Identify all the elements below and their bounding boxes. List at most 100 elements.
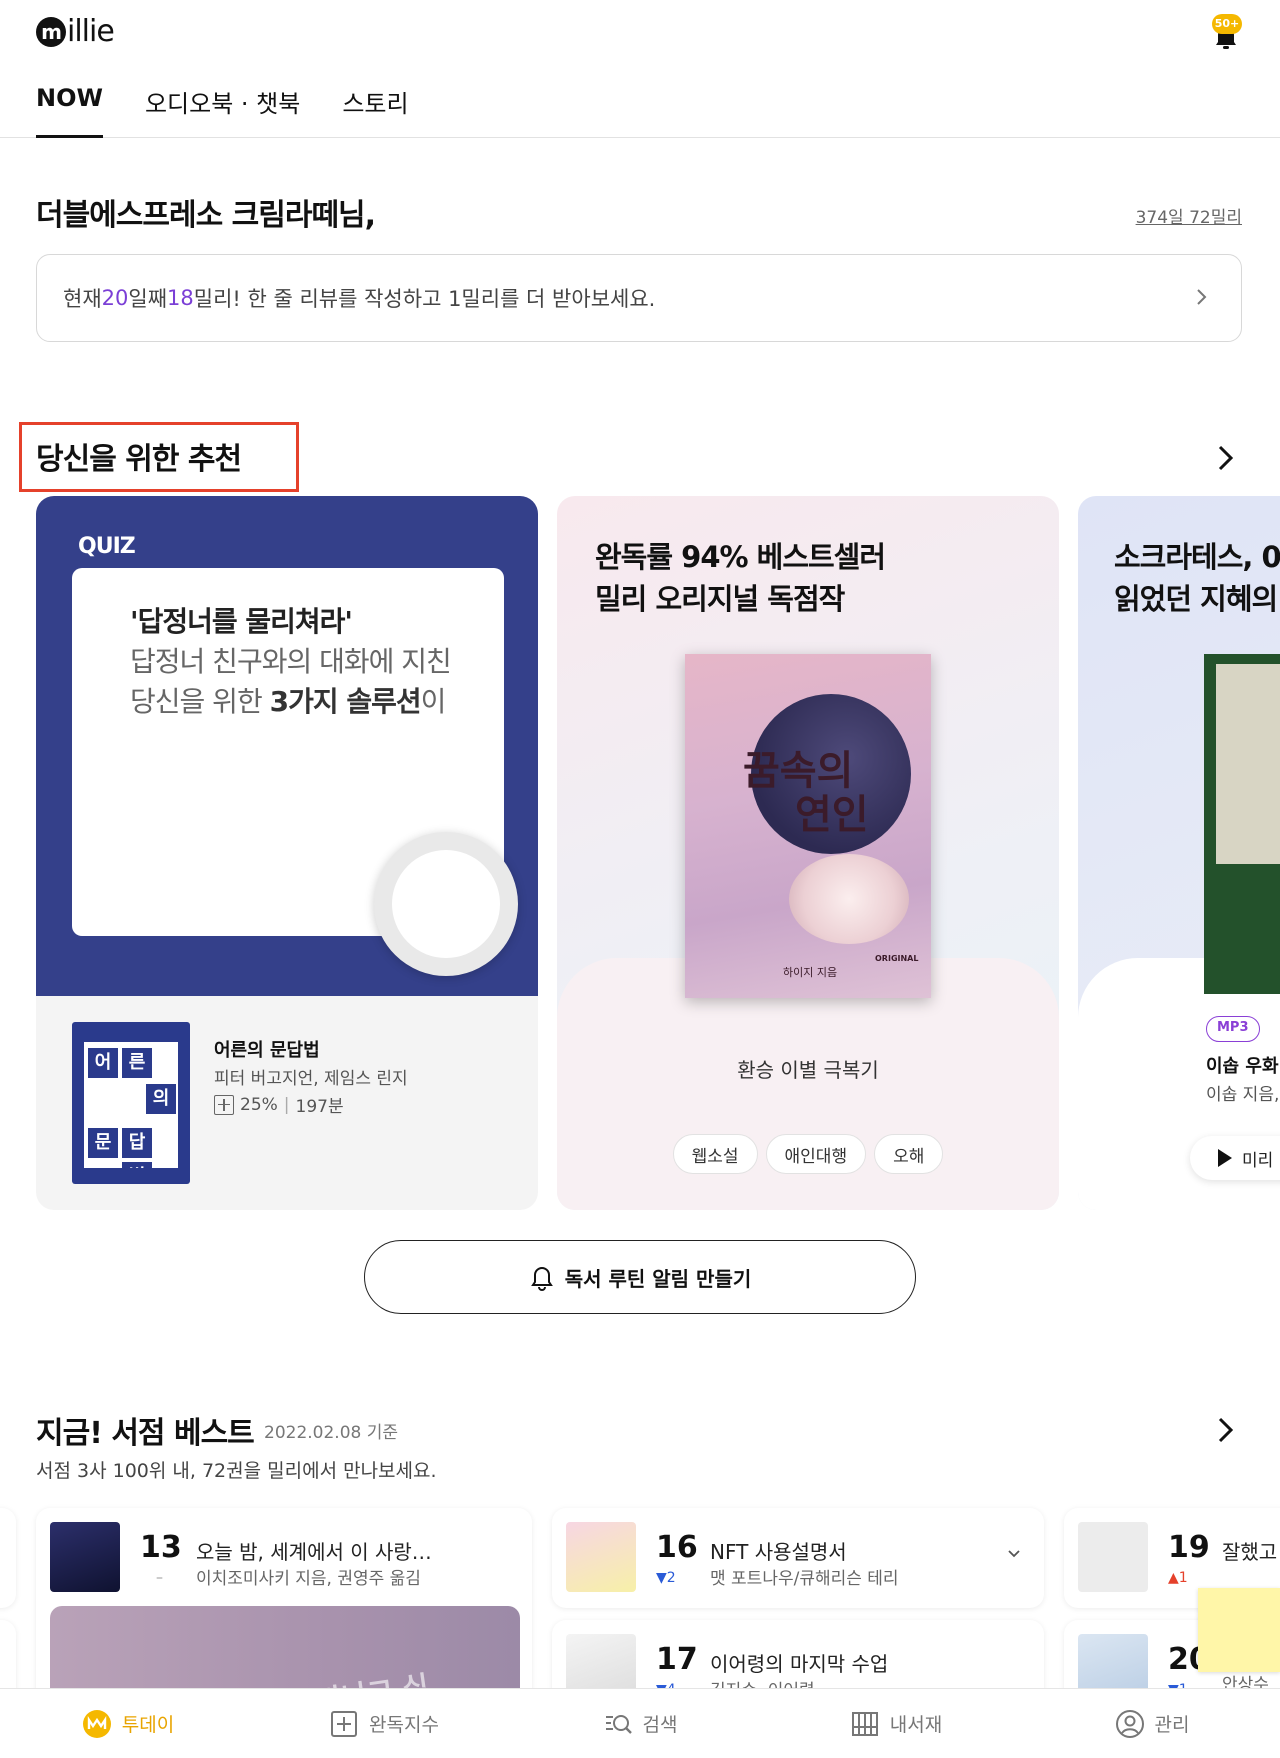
rank-title: 잘했고 xyxy=(1222,1540,1278,1564)
cover-char: 른 xyxy=(122,1048,152,1078)
chevron-down-icon[interactable] xyxy=(1006,1546,1022,1562)
cover-author: 하이지 지음 xyxy=(783,966,838,979)
app-header: m illie 50+ NOW 오디오북 · 챗북 스토리 xyxy=(0,0,1280,138)
book-cover-aesop[interactable] xyxy=(1204,654,1280,994)
nav-settings[interactable]: 관리 xyxy=(1024,1689,1280,1758)
quiz-line3-b: 3가지 솔루션 xyxy=(269,685,422,718)
rank-title: 오늘 밤, 세계에서 이 사랑… xyxy=(196,1540,432,1564)
original-badge: ORIGINAL xyxy=(875,954,919,963)
nav-my-library[interactable]: 내서재 xyxy=(768,1689,1024,1758)
card-heading-line2: 밀리 오리지널 독점작 xyxy=(595,582,845,616)
book-author: 피터 버고지언, 제임스 린지 xyxy=(214,1069,408,1089)
rank-author: 이치조미사키 지음, 권영주 옮김 xyxy=(196,1569,421,1589)
recommend-card-original[interactable]: 완독률 94% 베스트셀러 밀리 오리지널 독점작 꿈속의 연인 하이지 지음 … xyxy=(557,496,1059,1210)
rank-card-partial[interactable] xyxy=(0,1508,16,1608)
chevron-right-icon xyxy=(1197,289,1207,305)
completion-icon xyxy=(214,1094,234,1115)
book-author: 이솝 지음, xyxy=(1206,1085,1280,1105)
cover-char: 문 xyxy=(88,1128,118,1158)
cover-title-line2: 연인 xyxy=(795,791,869,838)
reading-stats-link[interactable]: 374일 72밀리 xyxy=(1136,203,1242,228)
rank-delta: ▲1 xyxy=(1168,1570,1188,1586)
preview-button[interactable]: 미리 xyxy=(1190,1136,1280,1180)
nav-completion-index[interactable]: 완독지수 xyxy=(256,1689,512,1758)
quiz-label: QUIZ xyxy=(78,534,136,559)
logo-mark: m xyxy=(36,16,66,47)
rank-author: 맷 포트나우/큐해리슨 테리 xyxy=(710,1569,899,1589)
card-heading-line2: 읽었던 지혜의 xyxy=(1114,582,1278,616)
recommend-section-title: 당신을 위한 추천 xyxy=(36,442,242,477)
tag-chips: 웹소설 애인대행 오해 xyxy=(557,1134,1059,1174)
quiz-circle-decoration xyxy=(374,832,518,976)
rank-book-thumb xyxy=(1078,1522,1148,1592)
nav-label: 관리 xyxy=(1154,1714,1190,1736)
plus-square-icon xyxy=(331,1710,358,1737)
tab-story[interactable]: 스토리 xyxy=(342,84,408,133)
recommend-card-socrates[interactable]: 소크라테스, 0 읽었던 지혜의 MP3 이솝 우화 전 이솝 지음, 미리 xyxy=(1078,496,1280,1210)
preview-label: 미리 xyxy=(1242,1150,1274,1171)
nav-today[interactable]: 투데이 xyxy=(0,1689,256,1758)
logo-text: illie xyxy=(67,14,115,49)
floating-sticker[interactable] xyxy=(1198,1588,1280,1672)
best-description: 서점 3사 100위 내, 72권을 밀리에서 만나보세요. xyxy=(36,1460,437,1482)
rank-number: 16 xyxy=(656,1530,698,1565)
play-icon xyxy=(1218,1149,1232,1167)
notice-mid: 일째 xyxy=(128,287,168,311)
rank-delta: – xyxy=(156,1570,163,1586)
bell-outline-icon xyxy=(530,1267,553,1291)
recommend-card-quiz[interactable]: QUIZ '답정너를 물리쳐라' 답정너 친구와의 대화에 지친 당신을 위한 … xyxy=(36,496,538,1210)
bottom-navigation: 투데이 완독지수 검색 내서재 관리 xyxy=(0,1688,1280,1758)
rank-card-16[interactable]: 16 ▼2 NFT 사용설명서 맷 포트나우/큐해리슨 테리 xyxy=(552,1508,1044,1608)
nav-search[interactable]: 검색 xyxy=(512,1689,768,1758)
quiz-line3-a: 당신을 위한 xyxy=(130,685,270,718)
cover-char: 어 xyxy=(88,1048,118,1078)
rank-number: 13 xyxy=(140,1530,182,1565)
quiz-line1: '답정너를 물리쳐라' xyxy=(130,605,353,638)
reading-time: 197분 xyxy=(295,1097,344,1117)
quiz-line2: 답정너 친구와의 대화에 지친 xyxy=(130,645,452,678)
notice-prefix: 현재 xyxy=(63,287,102,311)
tab-now[interactable]: NOW xyxy=(36,84,103,138)
top-tabs: NOW 오디오북 · 챗북 스토리 xyxy=(36,84,409,138)
book-title[interactable]: 어른의 문답법 xyxy=(214,1036,320,1062)
notice-milli: 18 xyxy=(167,286,194,310)
book-meta: 25% | 197분 xyxy=(214,1092,344,1117)
tag-chip[interactable]: 오해 xyxy=(874,1134,944,1174)
book-cover-art: 어 른 의 문 답 법 xyxy=(84,1042,178,1168)
completion-rate: 25% xyxy=(240,1094,278,1115)
rank-number: 19 xyxy=(1168,1530,1210,1565)
book-cover-dream-lover[interactable]: 꿈속의 연인 하이지 지음 ORIGINAL xyxy=(685,654,931,998)
review-notice-banner[interactable]: 현재 20 일째 18 밀리! 한 줄 리뷰를 작성하고 1밀리를 더 받아보세요. xyxy=(36,254,1242,342)
card-heading-line1: 소크라테스, 0 xyxy=(1114,540,1280,574)
book-title[interactable]: 이솝 우화 전 xyxy=(1206,1052,1280,1078)
rank-book-thumb xyxy=(50,1522,120,1592)
quiz-line3: 당신을 위한 3가지 솔루션이 xyxy=(130,680,447,720)
notification-badge: 50+ xyxy=(1212,14,1242,34)
recommend-more-icon[interactable] xyxy=(1210,443,1240,473)
greeting-title: 더블에스프레소 크림라떼님, xyxy=(36,198,376,233)
card-heading-line1: 완독률 94% 베스트셀러 xyxy=(595,540,886,574)
search-icon xyxy=(605,1714,632,1734)
millie-logo[interactable]: m illie xyxy=(36,14,115,49)
cover-char: 의 xyxy=(146,1084,176,1114)
nav-label: 내서재 xyxy=(889,1714,943,1736)
rank-number: 17 xyxy=(656,1642,698,1677)
nav-label: 완독지수 xyxy=(369,1714,439,1736)
rank-delta: ▼2 xyxy=(656,1570,676,1586)
reading-routine-alarm-button[interactable]: 독서 루틴 알림 만들기 xyxy=(364,1240,916,1314)
rank-book-thumb xyxy=(566,1522,636,1592)
cover-flower xyxy=(789,854,909,944)
cover-art xyxy=(1216,664,1280,864)
mp3-badge: MP3 xyxy=(1206,1016,1260,1042)
quiz-line3-c: 이 xyxy=(420,685,447,718)
millie-today-icon xyxy=(82,1709,111,1738)
tag-chip[interactable]: 애인대행 xyxy=(765,1134,867,1174)
book-cover-adult-qa[interactable]: 어 른 의 문 답 법 xyxy=(72,1022,190,1184)
tab-audiobook-chatbook[interactable]: 오디오북 · 챗북 xyxy=(145,84,300,133)
nav-label: 검색 xyxy=(642,1714,678,1736)
tag-chip[interactable]: 웹소설 xyxy=(672,1134,758,1174)
best-more-icon[interactable] xyxy=(1210,1415,1240,1445)
cover-char: 답 xyxy=(122,1128,152,1158)
meta-divider: | xyxy=(283,1094,290,1115)
routine-button-label: 독서 루틴 알림 만들기 xyxy=(564,1266,752,1291)
